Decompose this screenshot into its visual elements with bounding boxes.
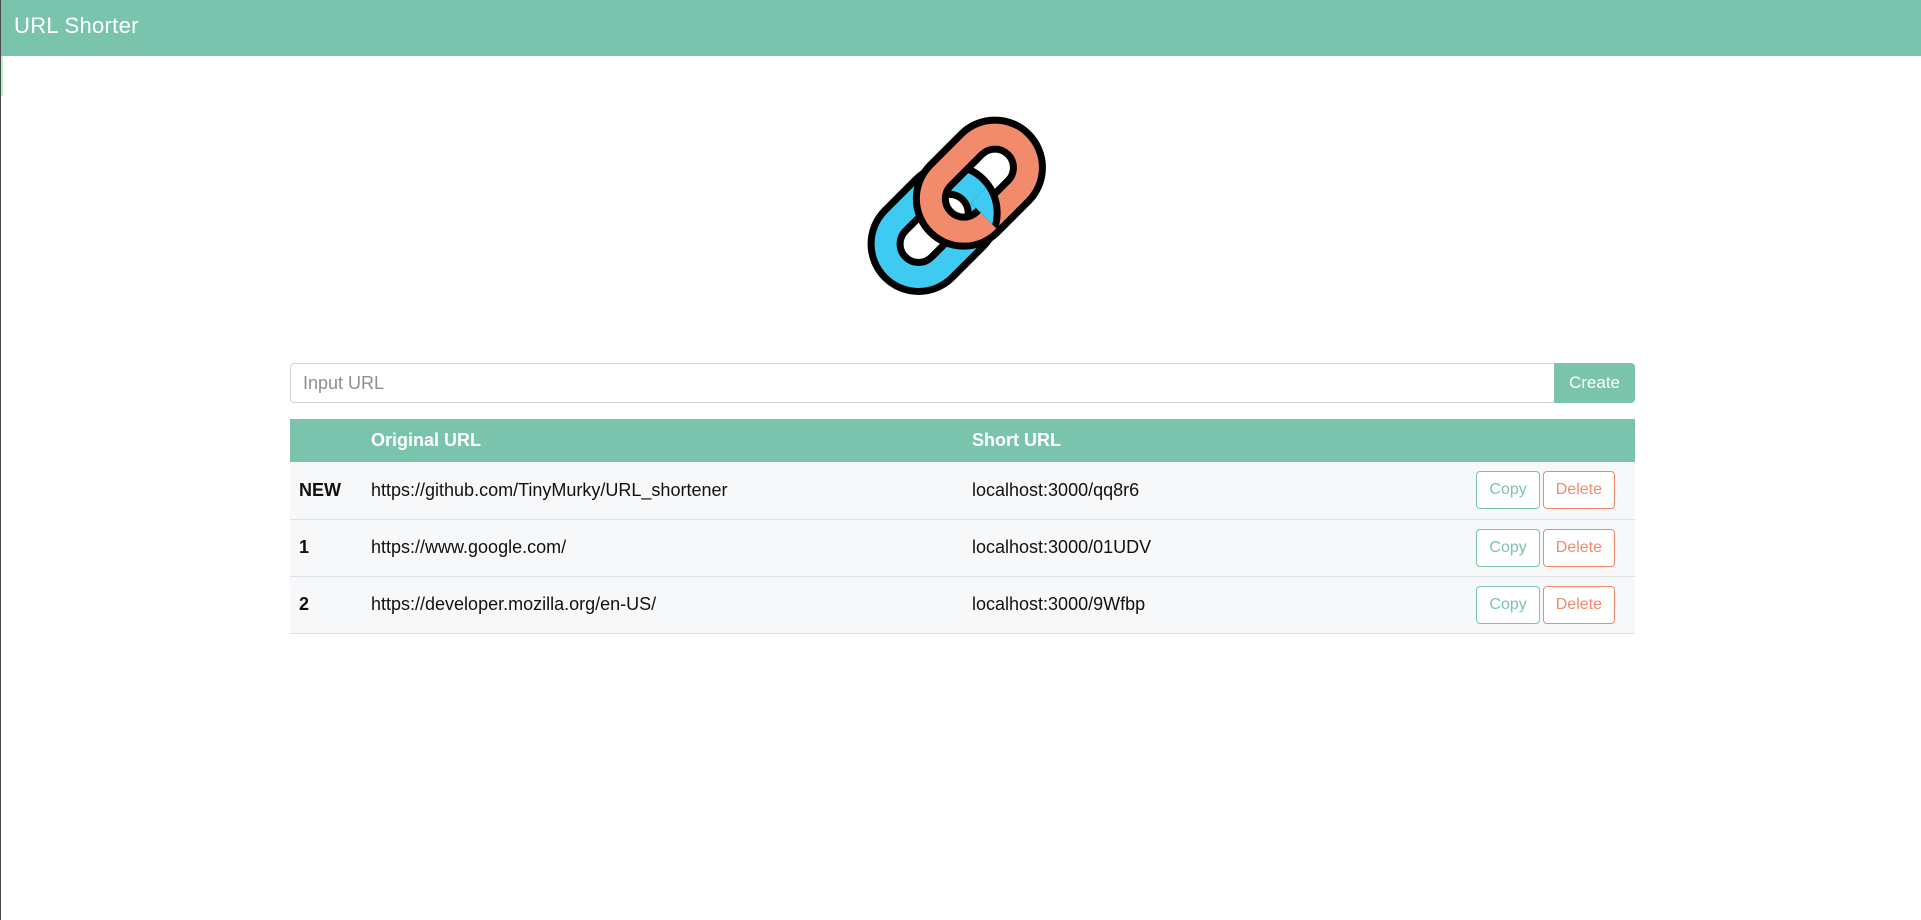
original-url-cell: https://www.google.com/ bbox=[371, 537, 567, 557]
table-row: 2 https://developer.mozilla.org/en-US/ l… bbox=[290, 576, 1635, 633]
short-url-cell: localhost:3000/9Wfbp bbox=[972, 594, 1146, 614]
copy-button[interactable]: Copy bbox=[1476, 585, 1540, 624]
header-short-url: Short URL bbox=[972, 430, 1061, 450]
table-row: 1 https://www.google.com/ localhost:3000… bbox=[290, 519, 1635, 576]
delete-button[interactable]: Delete bbox=[1542, 585, 1615, 624]
header-actions bbox=[1409, 419, 1635, 462]
table-header-row: Original URL Short URL bbox=[290, 419, 1635, 462]
edge-marker bbox=[1, 56, 3, 96]
copy-button[interactable]: Copy bbox=[1476, 471, 1540, 510]
create-button[interactable]: Create bbox=[1554, 363, 1635, 403]
url-form: Create bbox=[290, 363, 1635, 403]
delete-button[interactable]: Delete bbox=[1542, 528, 1615, 567]
original-url-cell: https://github.com/TinyMurky/URL_shorten… bbox=[371, 479, 728, 500]
row-index: NEW bbox=[299, 479, 341, 500]
short-url-cell: localhost:3000/01UDV bbox=[972, 537, 1152, 557]
actions-cell: Copy Delete bbox=[1409, 519, 1635, 576]
header-original-url: Original URL bbox=[371, 430, 482, 450]
app-window: URL Shorter Input URL Create Original UR… bbox=[0, 0, 1921, 920]
navbar: URL Shorter bbox=[1, 0, 1921, 56]
delete-button[interactable]: Delete bbox=[1542, 471, 1615, 510]
brand-title[interactable]: URL Shorter bbox=[14, 13, 139, 39]
header-index bbox=[290, 419, 362, 462]
row-index: 1 bbox=[299, 537, 310, 557]
short-url-cell: localhost:3000/qq8r6 bbox=[972, 479, 1140, 500]
copy-button[interactable]: Copy bbox=[1476, 528, 1540, 567]
actions-cell: Copy Delete bbox=[1409, 462, 1635, 519]
url-table: Original URL Short URL NEW https://githu… bbox=[290, 419, 1635, 634]
url-input[interactable] bbox=[290, 363, 1554, 403]
actions-cell: Copy Delete bbox=[1409, 576, 1635, 633]
original-url-cell: https://developer.mozilla.org/en-US/ bbox=[371, 594, 657, 614]
row-index: 2 bbox=[299, 594, 310, 614]
chain-link-icon bbox=[855, 104, 1067, 316]
table-row: NEW https://github.com/TinyMurky/URL_sho… bbox=[290, 462, 1635, 519]
